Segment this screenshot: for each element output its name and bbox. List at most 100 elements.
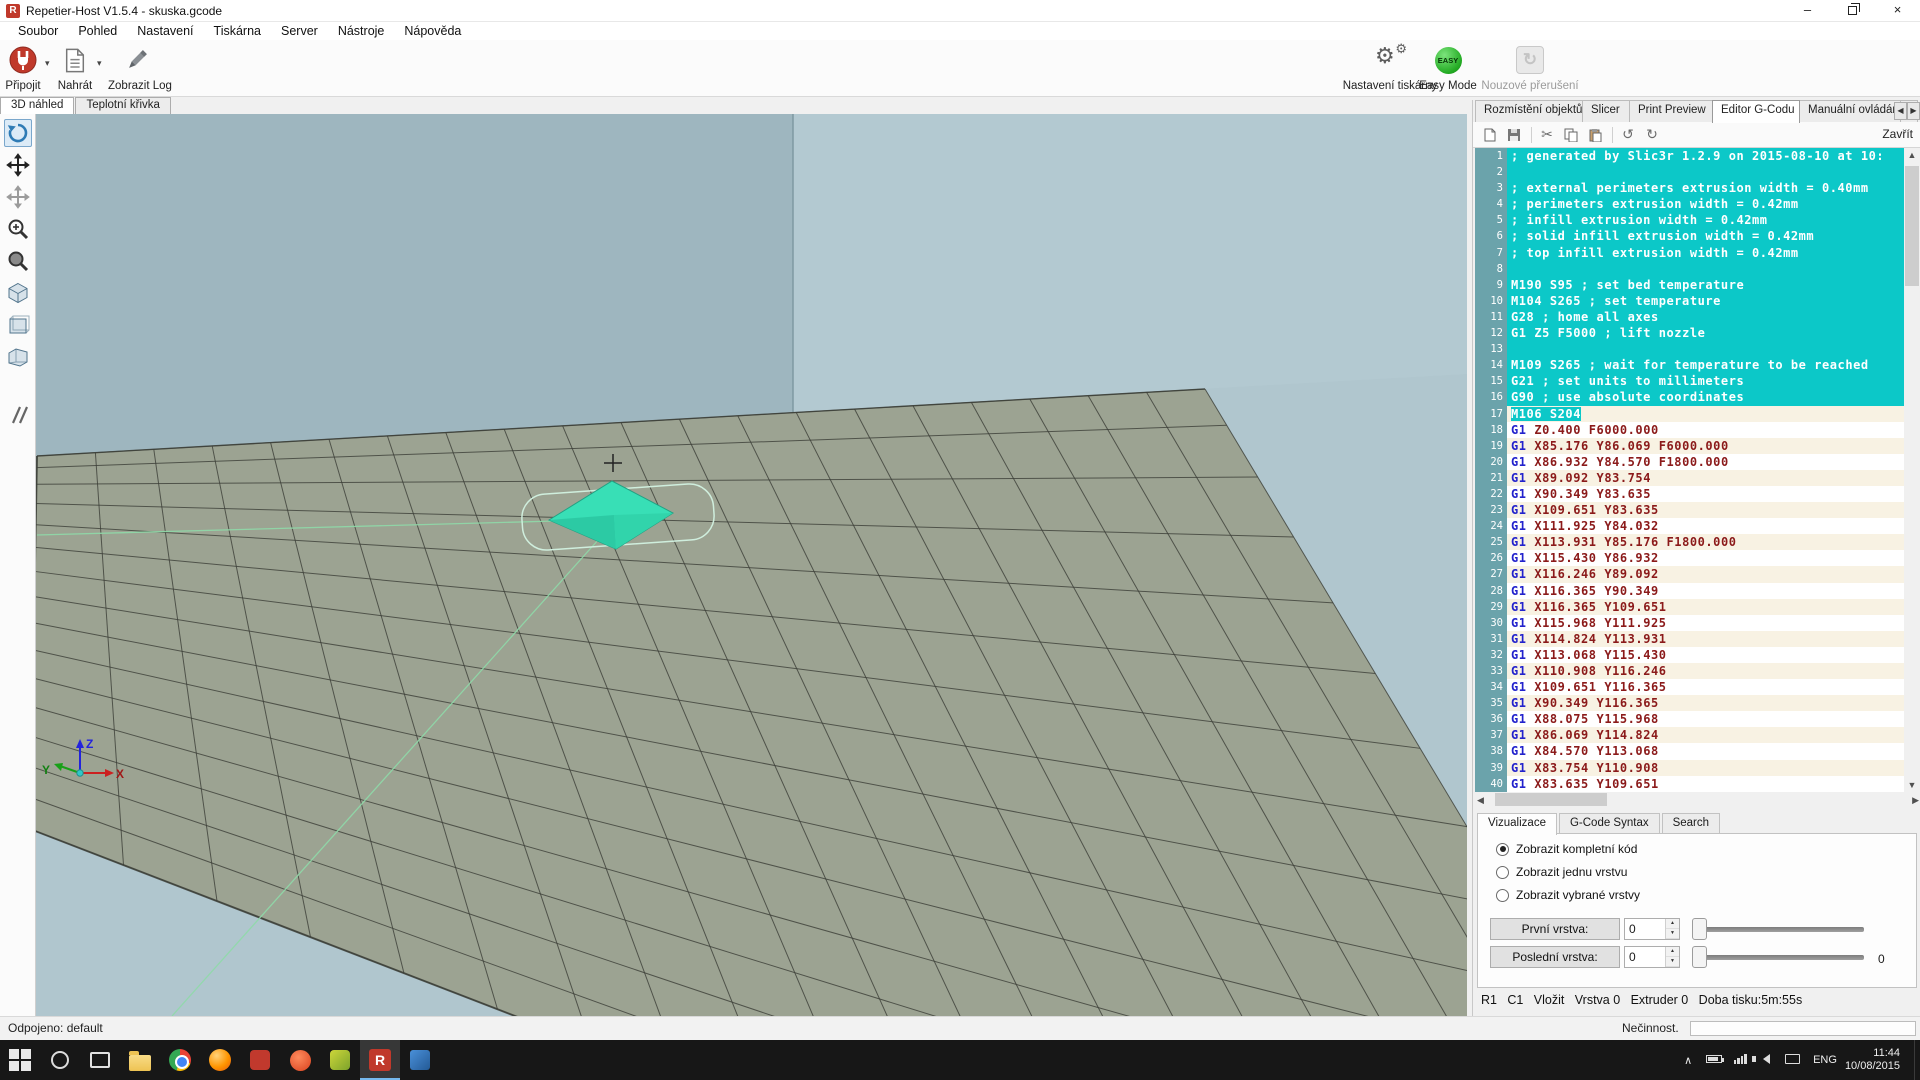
vertical-scroll-thumb[interactable]: [1905, 166, 1919, 286]
gcode-line[interactable]: 13: [1475, 341, 1905, 357]
move-viewpoint-icon[interactable]: [4, 183, 32, 211]
taskbar-repetier-host-icon[interactable]: R: [360, 1040, 400, 1080]
paste-icon[interactable]: [1584, 126, 1606, 144]
last-layer-spinner[interactable]: 0 ▲▼: [1624, 946, 1680, 968]
gcode-editor[interactable]: 1; generated by Slic3r 1.2.9 on 2015-08-…: [1475, 148, 1905, 792]
taskbar-app-blue-icon[interactable]: [400, 1040, 440, 1080]
radio-option[interactable]: Zobrazit vybrané vrstvy: [1496, 888, 1640, 902]
easy-mode-button[interactable]: EASY Easy Mode: [1418, 44, 1478, 92]
spinner-arrows[interactable]: ▲▼: [1665, 947, 1679, 967]
hidden-icons-chevron[interactable]: ∧: [1675, 1054, 1701, 1067]
radio-option[interactable]: Zobrazit kompletní kód: [1496, 842, 1637, 856]
view-tab-3d-n-hled[interactable]: 3D náhled: [0, 97, 74, 114]
side-view-icon[interactable]: [4, 343, 32, 371]
zoom-region-icon[interactable]: [4, 247, 32, 275]
gcode-line[interactable]: 38G1 X84.570 Y113.068: [1475, 743, 1905, 759]
new-file-icon[interactable]: [1479, 126, 1501, 144]
gcode-line[interactable]: 19G1 X85.176 Y86.069 F6000.000: [1475, 438, 1905, 454]
gcode-line[interactable]: 20G1 X86.932 Y84.570 F1800.000: [1475, 454, 1905, 470]
editor-vertical-scrollbar[interactable]: ▲ ▼: [1904, 148, 1920, 792]
viz-tab-search[interactable]: Search: [1662, 813, 1720, 834]
gcode-line[interactable]: 34G1 X109.651 Y116.365: [1475, 679, 1905, 695]
show-desktop-button[interactable]: [1914, 1040, 1920, 1080]
taskbar-app-orange-icon[interactable]: [280, 1040, 320, 1080]
rotate-view-icon[interactable]: [4, 119, 32, 147]
slider-thumb[interactable]: [1692, 918, 1707, 940]
menu-item-server[interactable]: Server: [271, 23, 328, 39]
gcode-line[interactable]: 33G1 X110.908 Y116.246: [1475, 663, 1905, 679]
volume-icon[interactable]: [1753, 1054, 1779, 1067]
taskbar-task-view-icon[interactable]: [80, 1040, 120, 1080]
gcode-line[interactable]: 32G1 X113.068 Y115.430: [1475, 647, 1905, 663]
taskbar-app-green-icon[interactable]: [320, 1040, 360, 1080]
isometric-view-icon[interactable]: [4, 279, 32, 307]
slider-thumb[interactable]: [1692, 946, 1707, 968]
minimize-button[interactable]: –: [1785, 0, 1830, 22]
gcode-line[interactable]: 9M190 S95 ; set bed temperature: [1475, 277, 1905, 293]
taskbar-start-icon[interactable]: [0, 1040, 40, 1080]
gcode-line[interactable]: 14M109 S265 ; wait for temperature to be…: [1475, 357, 1905, 373]
language-indicator[interactable]: ENG: [1805, 1054, 1845, 1066]
gcode-line[interactable]: 3; external perimeters extrusion width =…: [1475, 180, 1905, 196]
battery-icon[interactable]: [1701, 1054, 1727, 1066]
gcode-line[interactable]: 22G1 X90.349 Y83.635: [1475, 486, 1905, 502]
front-view-icon[interactable]: [4, 311, 32, 339]
gcode-line[interactable]: 1; generated by Slic3r 1.2.9 on 2015-08-…: [1475, 148, 1905, 164]
gcode-line[interactable]: 36G1 X88.075 Y115.968: [1475, 711, 1905, 727]
gcode-line[interactable]: 27G1 X116.246 Y89.092: [1475, 566, 1905, 582]
gcode-line[interactable]: 6; solid infill extrusion width = 0.42mm: [1475, 228, 1905, 244]
connect-dropdown[interactable]: ▾: [45, 58, 50, 69]
editor-close-button[interactable]: Zavřít: [1882, 127, 1913, 141]
menu-item-npovda[interactable]: Nápověda: [394, 23, 471, 39]
gcode-line[interactable]: 15G21 ; set units to millimeters: [1475, 373, 1905, 389]
gcode-line[interactable]: 29G1 X116.365 Y109.651: [1475, 599, 1905, 615]
gcode-line[interactable]: 11G28 ; home all axes: [1475, 309, 1905, 325]
parallel-projection-icon[interactable]: [4, 401, 32, 429]
gcode-line[interactable]: 7; top infill extrusion width = 0.42mm: [1475, 245, 1905, 261]
panel-tab-editor-g-codu[interactable]: Editor G-Codu: [1712, 100, 1800, 123]
scroll-down-icon[interactable]: ▼: [1904, 780, 1920, 790]
menu-item-nastaven[interactable]: Nastavení: [127, 23, 203, 39]
restore-button[interactable]: [1830, 0, 1875, 22]
scroll-up-icon[interactable]: ▲: [1904, 150, 1920, 160]
spinner-arrows[interactable]: ▲▼: [1665, 919, 1679, 939]
gcode-line[interactable]: 35G1 X90.349 Y116.365: [1475, 695, 1905, 711]
gcode-line[interactable]: 5; infill extrusion width = 0.42mm: [1475, 212, 1905, 228]
menu-item-soubor[interactable]: Soubor: [8, 23, 68, 39]
emergency-stop-button[interactable]: ↻ Nouzové přerušení: [1480, 44, 1580, 92]
gcode-line[interactable]: 21G1 X89.092 Y83.754: [1475, 470, 1905, 486]
horizontal-scroll-thumb[interactable]: [1495, 793, 1607, 806]
load-button[interactable]: Nahrát: [56, 44, 94, 92]
gcode-line[interactable]: 25G1 X113.931 Y85.176 F1800.000: [1475, 534, 1905, 550]
taskbar-chrome-icon[interactable]: [160, 1040, 200, 1080]
close-button[interactable]: ×: [1875, 0, 1920, 22]
move-object-icon[interactable]: [4, 151, 32, 179]
load-dropdown[interactable]: ▾: [97, 58, 102, 69]
tab-scroll-right-button[interactable]: ▶: [1907, 102, 1920, 120]
copy-icon[interactable]: [1560, 126, 1582, 144]
last-layer-slider[interactable]: [1692, 946, 1864, 968]
taskbar-search-icon[interactable]: [40, 1040, 80, 1080]
gcode-line[interactable]: 4; perimeters extrusion width = 0.42mm: [1475, 196, 1905, 212]
show-log-button[interactable]: Zobrazit Log: [108, 44, 166, 92]
gcode-line[interactable]: 8: [1475, 261, 1905, 277]
last-layer-button[interactable]: Poslední vrstva:: [1490, 946, 1620, 968]
scroll-left-icon[interactable]: ◀: [1477, 795, 1484, 806]
redo-icon[interactable]: ↻: [1641, 126, 1663, 144]
first-layer-spinner[interactable]: 0 ▲▼: [1624, 918, 1680, 940]
panel-tab-slicer[interactable]: Slicer: [1582, 100, 1630, 122]
editor-horizontal-scrollbar[interactable]: ◀ ▶: [1475, 792, 1920, 807]
view-tab-teplotn-k-ivka[interactable]: Teplotní křivka: [75, 97, 171, 114]
gcode-line[interactable]: 12G1 Z5 F5000 ; lift nozzle: [1475, 325, 1905, 341]
cut-icon[interactable]: ✂: [1536, 126, 1558, 144]
gcode-line[interactable]: 26G1 X115.430 Y86.932: [1475, 550, 1905, 566]
network-icon[interactable]: [1727, 1054, 1753, 1067]
first-layer-button[interactable]: První vrstva:: [1490, 918, 1620, 940]
clock[interactable]: 11:44 10/08/2015: [1845, 1047, 1910, 1073]
menu-item-nstroje[interactable]: Nástroje: [328, 23, 395, 39]
gcode-line[interactable]: 10M104 S265 ; set temperature: [1475, 293, 1905, 309]
panel-tab-manu-ln-ovl-d-n-[interactable]: Manuální ovládání: [1799, 100, 1901, 122]
tab-scroll-left-button[interactable]: ◀: [1894, 102, 1907, 120]
gcode-line[interactable]: 23G1 X109.651 Y83.635: [1475, 502, 1905, 518]
gcode-line[interactable]: 16G90 ; use absolute coordinates: [1475, 389, 1905, 405]
